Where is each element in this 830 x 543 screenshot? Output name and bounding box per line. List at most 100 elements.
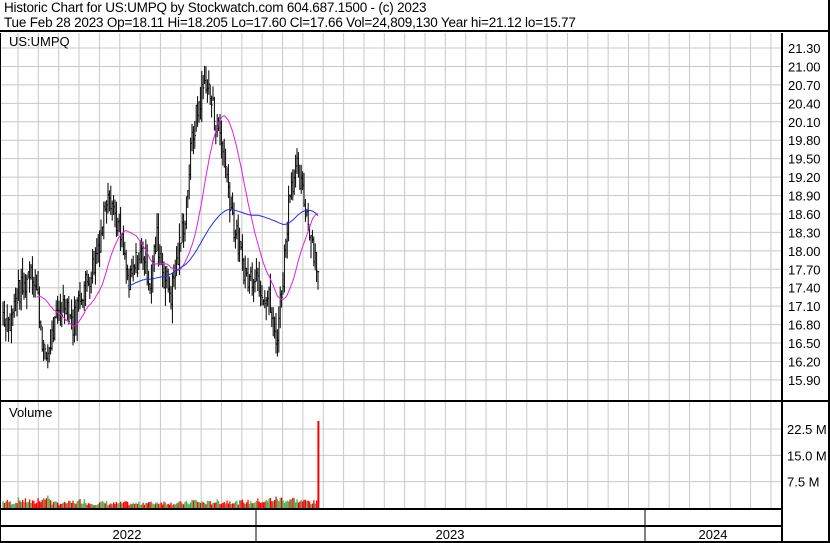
volume-bar bbox=[281, 497, 283, 508]
volume-bar bbox=[66, 502, 69, 508]
volume-bar bbox=[197, 501, 199, 508]
volume-bar bbox=[27, 501, 29, 508]
volume-bar bbox=[44, 499, 46, 508]
volume-bar bbox=[169, 504, 171, 508]
symbol-label: US:UMPQ bbox=[9, 34, 70, 49]
volume-bar bbox=[212, 502, 214, 508]
volume-bar bbox=[68, 500, 70, 508]
volume-bar bbox=[29, 499, 31, 508]
volume-bar bbox=[93, 505, 95, 508]
volume-bar bbox=[283, 502, 286, 508]
volume-bar bbox=[296, 499, 298, 508]
price-tick-label: 15.90 bbox=[788, 373, 821, 388]
volume-tick-label: 15.0 M bbox=[787, 448, 827, 463]
volume-bar bbox=[310, 504, 312, 508]
volume-bar bbox=[128, 505, 130, 508]
volume-bar bbox=[286, 500, 288, 508]
volume-bar bbox=[6, 499, 8, 508]
volume-bar bbox=[167, 503, 169, 508]
volume-bar bbox=[111, 504, 113, 508]
volume-bar bbox=[185, 500, 188, 508]
volume-bar bbox=[120, 501, 122, 508]
volume-bar bbox=[43, 498, 45, 508]
volume-bar bbox=[12, 503, 14, 508]
volume-axis-labels: 22.5 M 15.0 M 7.5 M bbox=[787, 422, 827, 490]
volume-bar bbox=[177, 502, 179, 508]
volume-bar bbox=[254, 502, 256, 508]
volume-bar bbox=[118, 502, 120, 508]
volume-bar bbox=[163, 501, 165, 508]
volume-bar bbox=[124, 501, 126, 508]
volume-bar bbox=[65, 503, 67, 508]
volume-bar bbox=[8, 502, 10, 508]
volume-bar bbox=[230, 503, 232, 508]
volume-bar bbox=[75, 503, 77, 508]
volume-bar bbox=[220, 503, 223, 508]
price-tick-label: 16.80 bbox=[788, 318, 821, 333]
volume-bar bbox=[9, 501, 11, 508]
volume-bar bbox=[204, 502, 206, 508]
volume-bar bbox=[188, 504, 190, 508]
volume-bar bbox=[306, 500, 308, 508]
volume-bar bbox=[285, 501, 287, 508]
volume-bar bbox=[115, 501, 118, 508]
volume-bar bbox=[17, 497, 20, 508]
volume-bar bbox=[314, 503, 316, 508]
volume-bar bbox=[311, 503, 314, 508]
volume-bar bbox=[69, 501, 71, 508]
volume-bar bbox=[216, 499, 218, 508]
volume-bar bbox=[138, 501, 140, 508]
volume-bar bbox=[317, 420, 320, 508]
volume-bar bbox=[79, 499, 81, 508]
volume-bar bbox=[113, 502, 115, 508]
volume-bar bbox=[208, 500, 210, 508]
volume-bar bbox=[268, 498, 270, 508]
volume-bar bbox=[16, 503, 18, 508]
volume-bar bbox=[187, 503, 189, 508]
volume-bar bbox=[129, 503, 132, 508]
volume-bar bbox=[191, 499, 193, 508]
long-moving-average-line bbox=[127, 209, 319, 287]
volume-bar bbox=[24, 498, 27, 508]
volume-bar bbox=[171, 505, 174, 508]
volume-bar bbox=[257, 498, 259, 508]
volume-bar bbox=[19, 500, 21, 508]
volume-bar bbox=[73, 503, 76, 508]
volume-bar bbox=[240, 500, 242, 508]
volume-bar bbox=[152, 503, 154, 508]
volume-bar bbox=[260, 502, 262, 508]
price-tick-label: 20.70 bbox=[788, 78, 821, 93]
volume-bar bbox=[244, 503, 246, 508]
volume-bar bbox=[36, 502, 38, 508]
volume-bar bbox=[313, 500, 315, 508]
volume-bar bbox=[121, 503, 123, 508]
volume-bar bbox=[300, 499, 302, 508]
volume-bar bbox=[153, 504, 155, 508]
year-label-2024: 2024 bbox=[699, 527, 728, 542]
volume-bar bbox=[246, 502, 248, 508]
volume-bar bbox=[160, 502, 162, 508]
volume-bar bbox=[101, 500, 104, 508]
volume-bar bbox=[206, 500, 209, 508]
volume-bar bbox=[78, 500, 80, 508]
volume-bar bbox=[15, 502, 17, 508]
volume-bar bbox=[61, 503, 63, 508]
volume-bar bbox=[293, 498, 295, 508]
volume-bar bbox=[226, 500, 228, 508]
volume-label: Volume bbox=[9, 405, 52, 420]
volume-bar bbox=[99, 502, 101, 508]
volume-bar bbox=[250, 501, 252, 508]
volume-bar bbox=[267, 501, 269, 508]
volume-bar bbox=[219, 504, 221, 508]
volume-bar bbox=[48, 498, 50, 508]
volume-bar bbox=[141, 504, 143, 508]
volume-bar bbox=[94, 504, 97, 508]
volume-bar bbox=[174, 504, 176, 508]
price-tick-label: 19.50 bbox=[788, 152, 821, 167]
volume-bar bbox=[162, 504, 164, 508]
volume-bar bbox=[183, 504, 185, 508]
volume-bar bbox=[278, 501, 280, 508]
volume-bar bbox=[142, 502, 144, 508]
volume-bar bbox=[198, 502, 200, 508]
volume-bar bbox=[50, 500, 52, 508]
